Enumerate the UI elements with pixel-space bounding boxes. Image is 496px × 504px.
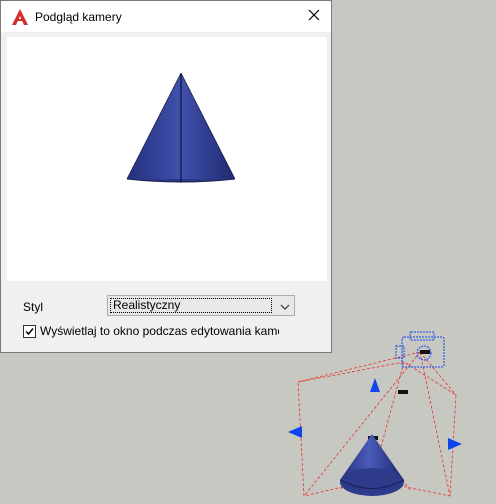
autocad-icon xyxy=(11,8,29,26)
close-button[interactable] xyxy=(297,1,331,32)
chevron-down-icon xyxy=(280,301,290,311)
show-while-editing-row[interactable]: Wyświetlaj to okno podczas edytowania ka… xyxy=(23,324,279,340)
camera-preview-dialog: Podgląd kamery Styl Realistyczny Wyświet… xyxy=(0,0,332,353)
style-dropdown-value: Realistyczny xyxy=(110,298,272,313)
style-dropdown[interactable]: Realistyczny xyxy=(107,295,295,316)
show-while-editing-label: Wyświetlaj to okno podczas edytowania ka… xyxy=(40,324,279,338)
dialog-title: Podgląd kamery xyxy=(35,10,122,24)
dialog-titlebar[interactable]: Podgląd kamery xyxy=(1,1,331,32)
model-cone[interactable] xyxy=(339,434,405,496)
camera-preview-area xyxy=(7,37,327,281)
style-label: Styl xyxy=(23,300,44,314)
preview-cone xyxy=(126,72,236,183)
grip-markers[interactable] xyxy=(368,350,430,440)
close-icon xyxy=(308,9,320,24)
show-while-editing-checkbox[interactable] xyxy=(23,325,36,338)
